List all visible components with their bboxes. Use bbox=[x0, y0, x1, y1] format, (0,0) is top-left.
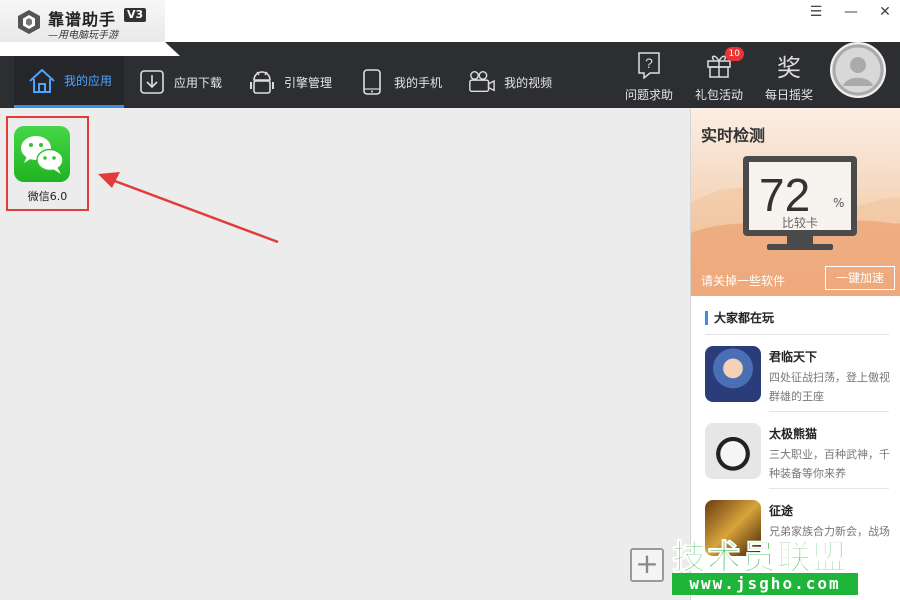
monitor-stand bbox=[787, 236, 813, 244]
download-icon bbox=[138, 68, 166, 96]
game-item[interactable]: 太极熊猫 三大职业，百种武神，千种装备等你来养 bbox=[705, 413, 890, 489]
home-icon bbox=[28, 67, 56, 95]
red-annotation-arrow bbox=[98, 172, 279, 244]
help-icon: ? bbox=[634, 50, 664, 80]
tab-my-apps[interactable]: 我的应用 bbox=[14, 56, 125, 108]
menu-button[interactable]: ☰ bbox=[804, 4, 828, 22]
wechat-icon bbox=[14, 126, 70, 182]
logo-area: 靠谱助手 V3 —用电脑玩手游 bbox=[0, 0, 165, 42]
game-description: 三大职业，百种武神，千种装备等你来养 bbox=[769, 448, 890, 480]
gift-count-badge: 10 bbox=[724, 47, 744, 61]
android-icon bbox=[248, 68, 276, 96]
gift-button[interactable]: 10 礼包活动 bbox=[690, 42, 748, 108]
game-description: 四处征战扫荡，登上傲视群雄的王座 bbox=[769, 371, 890, 403]
divider bbox=[705, 334, 889, 335]
app-tile-wechat[interactable]: 微信6.0 bbox=[6, 116, 89, 211]
app-logo-icon bbox=[18, 10, 40, 34]
my-apps-panel: 微信6.0 + bbox=[0, 108, 690, 600]
close-button[interactable]: ✕ bbox=[873, 4, 897, 22]
tab-label: 我的视频 bbox=[504, 75, 553, 90]
svg-text:?: ? bbox=[645, 55, 653, 71]
help-label: 问题求助 bbox=[624, 88, 673, 102]
right-sidebar: 实时检测 72 % 比较卡 请关掉一些软件 一键加速 大家都在玩 君临天下 四处… bbox=[690, 108, 900, 600]
monitor-base bbox=[767, 244, 833, 250]
score-status: 比较卡 bbox=[781, 216, 818, 230]
popular-games-title: 大家都在玩 bbox=[705, 311, 774, 325]
lottery-icon: 奖 bbox=[777, 53, 801, 82]
one-click-accelerate-button[interactable]: 一键加速 bbox=[825, 266, 895, 290]
add-app-button[interactable]: + bbox=[630, 548, 664, 582]
monitor-hint: 请关掉一些软件 bbox=[701, 274, 786, 288]
watermark-text: 技术员联盟 bbox=[672, 538, 847, 579]
app-slogan: —用电脑玩手游 bbox=[48, 30, 118, 41]
video-camera-icon bbox=[468, 68, 496, 96]
daily-lottery-button[interactable]: 奖 每日摇奖 bbox=[760, 42, 818, 108]
monitor-title: 实时检测 bbox=[701, 126, 766, 145]
minimize-button[interactable]: — bbox=[839, 4, 863, 22]
nav-tabs: 我的应用 应用下载 引擎管理 我的手机 我的视频 bbox=[14, 56, 564, 108]
divider bbox=[769, 411, 889, 412]
game-item[interactable]: 君临天下 四处征战扫荡，登上傲视群雄的王座 bbox=[705, 336, 890, 412]
app-tile-label: 微信6.0 bbox=[27, 190, 68, 203]
monitor-icon: 72 % 比较卡 bbox=[743, 156, 857, 236]
realtime-monitor-panel: 实时检测 72 % 比较卡 请关掉一些软件 一键加速 bbox=[691, 108, 900, 296]
app-version-badge: V3 bbox=[124, 8, 147, 22]
game-panda-icon bbox=[705, 423, 761, 479]
tab-label: 应用下载 bbox=[174, 75, 223, 90]
gift-label: 礼包活动 bbox=[694, 88, 743, 102]
game-name: 太极熊猫 bbox=[769, 427, 818, 441]
title-bar: 靠谱助手 V3 —用电脑玩手游 ☰ — ✕ bbox=[0, 0, 900, 42]
watermark-url: www.jsgho.com bbox=[672, 573, 858, 595]
tab-label: 我的应用 bbox=[64, 74, 113, 88]
score-unit: % bbox=[833, 196, 845, 210]
tab-label: 引擎管理 bbox=[284, 75, 333, 90]
avatar[interactable] bbox=[830, 42, 886, 98]
tab-my-videos[interactable]: 我的视频 bbox=[454, 56, 564, 108]
main-navigation: 我的应用 应用下载 引擎管理 我的手机 我的视频 ? 问题求助 10 礼包活动 … bbox=[0, 42, 900, 108]
tab-label: 我的手机 bbox=[394, 75, 443, 90]
phone-icon bbox=[358, 68, 386, 96]
tab-app-download[interactable]: 应用下载 bbox=[124, 56, 234, 108]
lottery-label: 每日摇奖 bbox=[764, 88, 813, 102]
tab-my-phone[interactable]: 我的手机 bbox=[344, 56, 454, 108]
help-button[interactable]: ? 问题求助 bbox=[620, 42, 678, 108]
game-name: 征途 bbox=[769, 504, 794, 518]
tab-engine-manage[interactable]: 引擎管理 bbox=[234, 56, 344, 108]
divider bbox=[769, 488, 889, 489]
game-junlin-icon bbox=[705, 346, 761, 402]
game-name: 君临天下 bbox=[769, 350, 818, 364]
